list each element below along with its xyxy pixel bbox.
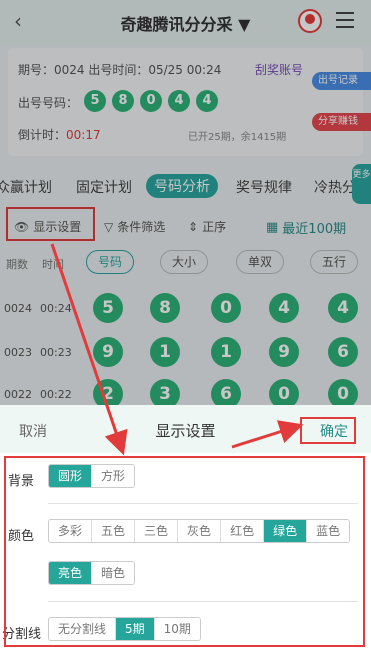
modal-backdrop[interactable] (0, 0, 371, 405)
options-highlight (4, 456, 365, 647)
confirm-highlight (300, 417, 356, 444)
